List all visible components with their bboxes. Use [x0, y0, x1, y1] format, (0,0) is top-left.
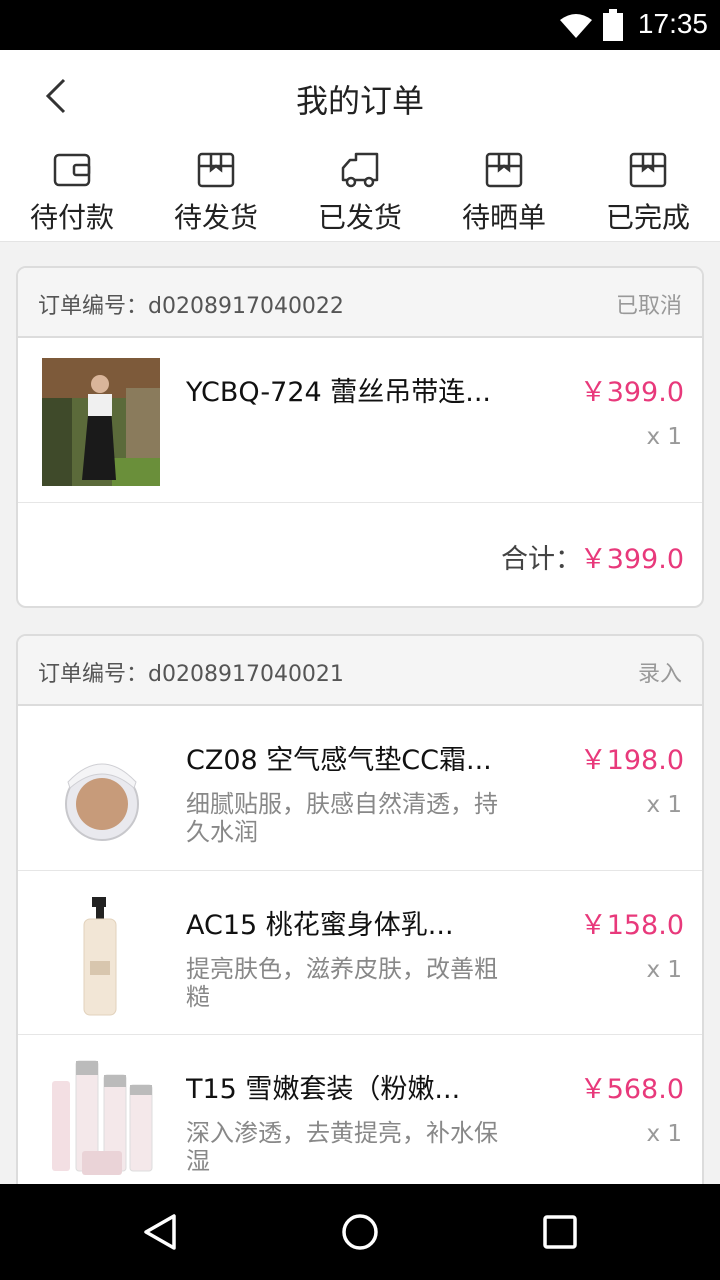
order-number: 订单编号：d0208917040021 [38, 662, 344, 687]
product-image [42, 1055, 160, 1183]
clock: 17:35 [637, 8, 708, 39]
product-quantity: x 1 [646, 424, 682, 450]
recents-square-icon[interactable] [540, 1212, 580, 1252]
tab-label: 待付款 [29, 201, 114, 234]
product-name: T15 雪嫩套装（粉嫩... [186, 1074, 461, 1105]
order-card[interactable]: 订单编号：d0208917040021 录入 CZ08 空气感气垫CC霜... … [16, 634, 704, 1184]
system-nav-bar [0, 1184, 720, 1280]
box-icon [629, 152, 667, 188]
tab-label: 已完成 [605, 201, 690, 234]
box-icon [485, 152, 523, 188]
product-price: ￥568.0 [579, 1074, 684, 1105]
home-circle-icon[interactable] [340, 1212, 380, 1252]
wallet-icon [53, 153, 91, 187]
order-header: 订单编号：d0208917040021 录入 [18, 636, 702, 706]
product-quantity: x 1 [646, 957, 682, 983]
product-name: YCBQ-724 蕾丝吊带连... [186, 377, 492, 408]
battery-icon [603, 9, 623, 41]
product-quantity: x 1 [646, 792, 682, 818]
product-description: 深入渗透，去黄提亮，补水保湿 [186, 1119, 498, 1175]
order-status-tabs: 待付款 待发货 已发货 待晒单 已完成 [0, 142, 720, 242]
product-price: ￥158.0 [579, 910, 684, 941]
tab-label: 已发货 [317, 201, 402, 234]
truck-icon [341, 152, 379, 188]
product-price: ￥198.0 [579, 745, 684, 776]
back-triangle-icon[interactable] [140, 1212, 180, 1252]
tab-pending-shipment[interactable]: 待发货 [144, 142, 288, 242]
order-status: 录入 [637, 662, 682, 687]
tab-shipped[interactable]: 已发货 [288, 142, 432, 242]
product-image [42, 726, 160, 854]
product-description: 细腻贴服，肤感自然清透，持久水润 [186, 790, 498, 846]
order-item[interactable]: YCBQ-724 蕾丝吊带连... ￥399.0 x 1 [18, 338, 702, 502]
box-icon [197, 152, 235, 188]
product-quantity: x 1 [646, 1121, 682, 1147]
order-item[interactable]: T15 雪嫩套装（粉嫩... 深入渗透，去黄提亮，补水保湿 ￥568.0 x 1 [18, 1034, 702, 1184]
product-image [42, 358, 160, 486]
product-image [42, 891, 160, 1019]
order-card[interactable]: 订单编号：d0208917040022 已取消 YCBQ-724 蕾丝吊带连..… [16, 266, 704, 608]
order-status: 已取消 [615, 294, 682, 319]
tab-label: 待发货 [173, 201, 258, 234]
order-total: 合计： ￥399.0 [18, 502, 702, 606]
tab-completed[interactable]: 已完成 [576, 142, 720, 242]
order-item[interactable]: AC15 桃花蜜身体乳... 提亮肤色，滋养皮肤，改善粗糙 ￥158.0 x 1 [18, 870, 702, 1034]
order-number: 订单编号：d0208917040022 [38, 294, 344, 319]
order-list[interactable]: 订单编号：d0208917040022 已取消 YCBQ-724 蕾丝吊带连..… [0, 242, 720, 1184]
product-description: 提亮肤色，滋养皮肤，改善粗糙 [186, 955, 498, 1011]
product-name: AC15 桃花蜜身体乳... [186, 910, 454, 941]
tab-label: 待晒单 [461, 201, 546, 234]
product-name: CZ08 空气感气垫CC霜... [186, 745, 492, 776]
order-header: 订单编号：d0208917040022 已取消 [18, 268, 702, 338]
wifi-icon [560, 14, 592, 38]
total-label: 合计： [501, 544, 582, 575]
nav-bar: 我的订单 [0, 50, 720, 142]
order-item[interactable]: CZ08 空气感气垫CC霜... 细腻贴服，肤感自然清透，持久水润 ￥198.0… [18, 706, 702, 870]
status-bar: 17:35 [0, 0, 720, 50]
tab-pending-payment[interactable]: 待付款 [0, 142, 144, 242]
total-value: ￥399.0 [579, 544, 684, 575]
page-title: 我的订单 [295, 82, 424, 120]
tab-pending-review[interactable]: 待晒单 [432, 142, 576, 242]
product-price: ￥399.0 [579, 377, 684, 408]
